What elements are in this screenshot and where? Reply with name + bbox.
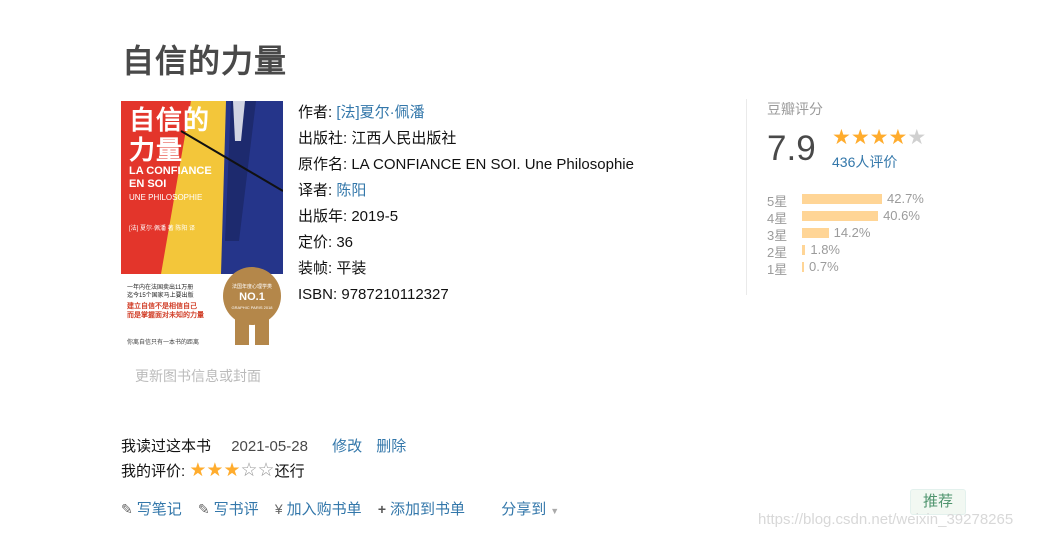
caret-down-icon: ▼ bbox=[550, 506, 560, 516]
star-filled-icon[interactable]: ★ bbox=[223, 460, 240, 481]
rating-stars: ★★★★★ bbox=[832, 125, 926, 150]
update-cover-link[interactable]: 更新图书信息或封面 bbox=[135, 366, 261, 386]
cover-text-1: 一年内在法国卖出11万册 迄今15个国家马上要出版 bbox=[127, 285, 194, 299]
add-to-cart-button[interactable]: ¥ 加入购书单 bbox=[275, 501, 362, 518]
info-original-title-row: 原作名: LA CONFIANCE EN SOI. Une Philosophi… bbox=[298, 152, 634, 178]
rating-bar bbox=[802, 211, 879, 221]
info-price-row: 定价: 36 bbox=[298, 230, 634, 256]
rating-bar bbox=[802, 194, 882, 204]
rating-bar-label: 1星 bbox=[767, 262, 788, 277]
info-label: 原作名: bbox=[298, 156, 348, 173]
rating-score: 7.9 bbox=[767, 129, 816, 168]
info-label: 定价: bbox=[298, 234, 333, 251]
rating-panel: 豆瓣评分 7.9 ★★★★★ 436人评价 5星 42.7% 4星 40.6% 3星 14… bbox=[746, 99, 947, 295]
info-binding-row: 装帧: 平装 bbox=[298, 256, 634, 282]
write-note-button[interactable]: ✎ 写笔记 bbox=[121, 501, 182, 518]
rating-bar bbox=[802, 262, 804, 272]
cover-text-2: 建立自信不是相信自己 而是掌握面对未知的力量 bbox=[127, 303, 204, 319]
rating-bar-percent: 1.8% bbox=[810, 242, 840, 257]
star-filled-icon: ★ bbox=[832, 126, 851, 149]
info-author-row: 作者: [法]夏尔·佩潘 bbox=[298, 100, 634, 126]
star-empty-icon[interactable]: ☆ bbox=[240, 460, 257, 481]
info-translator-row: 译者: 陈阳 bbox=[298, 178, 634, 204]
info-pub-year-row: 出版年: 2019-5 bbox=[298, 204, 634, 230]
rating-bar-percent: 0.7% bbox=[809, 259, 839, 274]
book-cover[interactable]: 自信的 力量 LA CONFIANCE EN SOI UNE PHILOSOPH… bbox=[121, 101, 283, 351]
rating-bar-percent: 42.7% bbox=[887, 191, 924, 206]
cover-text-3: 你离自信只有一本书的距离 bbox=[127, 340, 200, 346]
read-status-label: 我读过这本书 bbox=[121, 438, 212, 455]
page-title: 自信的力量 bbox=[122, 43, 288, 79]
info-label: 出版年: bbox=[298, 208, 348, 225]
original-title-value: LA CONFIANCE EN SOI. Une Philosophie bbox=[351, 156, 634, 173]
star-empty-icon[interactable]: ☆ bbox=[258, 460, 275, 481]
price-value: 36 bbox=[336, 234, 354, 251]
info-label: 作者: bbox=[298, 104, 333, 121]
yen-icon: ¥ bbox=[274, 501, 283, 517]
publisher-value: 江西人民出版社 bbox=[351, 130, 457, 147]
pub-year-value: 2019-5 bbox=[351, 208, 399, 225]
my-read-status: 我读过这本书 2021-05-28 修改 删除 bbox=[121, 435, 406, 456]
info-isbn-row: ISBN: 9787210112327 bbox=[298, 282, 634, 308]
isbn-value: 9787210112327 bbox=[341, 286, 449, 303]
share-dropdown[interactable]: 分享到 ▼ bbox=[501, 501, 559, 518]
write-review-button[interactable]: ✎ 写书评 bbox=[198, 501, 259, 518]
translator-link[interactable]: 陈阳 bbox=[336, 182, 366, 199]
star-filled-icon: ★ bbox=[869, 126, 889, 149]
cover-title: 自信的 力量 bbox=[129, 105, 211, 165]
my-rating-label: 我的评价: bbox=[121, 463, 186, 480]
star-empty-icon: ★ bbox=[907, 126, 927, 149]
award-badge: 法国年度心理学类 NO.1 GRAPHIC PARIS 2018 bbox=[223, 267, 281, 325]
info-label: 装帧: bbox=[298, 260, 333, 277]
star-filled-icon[interactable]: ★ bbox=[206, 460, 223, 481]
info-label: 出版社: bbox=[298, 130, 348, 147]
rating-bar bbox=[802, 245, 806, 255]
my-rating-text: 还行 bbox=[274, 463, 305, 480]
info-label: ISBN: bbox=[298, 286, 338, 303]
edit-link[interactable]: 修改 bbox=[332, 438, 362, 455]
read-date: 2021-05-28 bbox=[231, 438, 308, 455]
pencil-icon: ✎ bbox=[197, 501, 210, 517]
star-filled-icon: ★ bbox=[850, 126, 870, 149]
rating-count-link[interactable]: 436人评价 bbox=[832, 152, 897, 172]
rating-bar bbox=[802, 228, 829, 238]
rating-label: 豆瓣评分 bbox=[767, 101, 823, 117]
plus-icon: + bbox=[377, 501, 387, 517]
cover-subtitle: LA CONFIANCE EN SOI UNE PHILOSOPHIE bbox=[129, 165, 212, 202]
book-info: 作者: [法]夏尔·佩潘 出版社: 江西人民出版社 原作名: LA CONFIA… bbox=[298, 100, 634, 308]
info-label: 译者: bbox=[298, 182, 333, 199]
rating-bar-percent: 14.2% bbox=[833, 225, 871, 240]
add-to-list-button[interactable]: + 添加到书单 bbox=[378, 501, 465, 518]
watermark: https://blog.csdn.net/weixin_39278265 bbox=[758, 511, 1014, 528]
info-publisher-row: 出版社: 江西人民出版社 bbox=[298, 126, 634, 152]
delete-link[interactable]: 删除 bbox=[376, 438, 406, 455]
rating-bar-percent: 40.6% bbox=[883, 208, 920, 223]
author-link[interactable]: [法]夏尔·佩潘 bbox=[336, 104, 424, 121]
binding-value: 平装 bbox=[336, 260, 367, 277]
star-filled-icon[interactable]: ★ bbox=[189, 460, 206, 481]
cover-author: [法] 夏尔·佩潘 著 陈阳 译 bbox=[129, 226, 196, 232]
star-filled-icon: ★ bbox=[888, 126, 908, 149]
action-bar: ✎ 写笔记 ✎ 写书评 ¥ 加入购书单 + 添加到书单 分享到 ▼ bbox=[121, 498, 559, 519]
my-rating: 我的评价: ★★★☆☆还行 bbox=[121, 459, 305, 482]
my-rating-stars[interactable]: ★★★☆☆ bbox=[189, 460, 274, 481]
pencil-icon: ✎ bbox=[121, 501, 133, 517]
